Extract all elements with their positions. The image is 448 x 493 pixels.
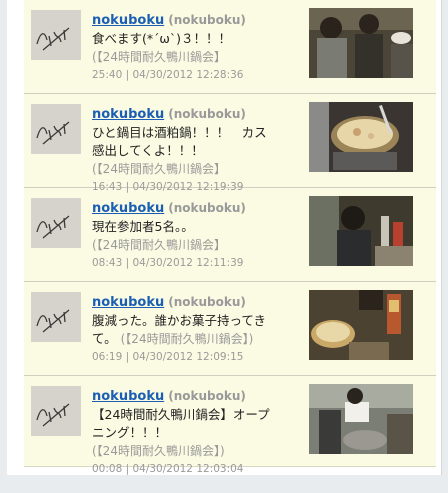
tweet-feed: nokuboku (nokuboku) 食べます(*´ω`)３！！！ (【24時間…: [24, 0, 436, 475]
tweet-meta: 08:43 | 04/30/2012 12:11:39: [92, 257, 244, 269]
tweet-tag[interactable]: (【24時間耐久鴨川鍋会】): [92, 442, 302, 460]
username-link[interactable]: nokuboku: [92, 107, 164, 122]
tweet-body: nokuboku (nokuboku) 現在参加者5名。。 (【24時間耐久鴨川鍋…: [92, 199, 302, 271]
tweet-item: nokuboku (nokuboku) 食べます(*´ω`)３！！！ (【24時間…: [24, 0, 436, 94]
photo-opening[interactable]: [309, 384, 413, 454]
tweet-tag[interactable]: (【24時間耐久鴨川鍋会】: [92, 48, 302, 66]
tweet-text-line: 食べます(*´ω`)３！！！: [92, 31, 231, 46]
tweet-meta: 00:08 | 04/30/2012 12:03:04: [92, 463, 244, 475]
photo-participant[interactable]: [309, 196, 413, 266]
tweet-item: nokuboku (nokuboku) 腹減った。誰かお菓子持ってき て。 (【2…: [24, 282, 436, 376]
username-link[interactable]: nokuboku: [92, 295, 164, 310]
avatar[interactable]: [31, 10, 81, 60]
tweet-text-line: て。: [92, 331, 117, 346]
tweet-body: nokuboku (nokuboku) 食べます(*´ω`)３！！！ (【24時間…: [92, 11, 302, 83]
user-handle: (nokuboku): [168, 295, 246, 309]
tweet-body: nokuboku (nokuboku) 【24時間耐久鴨川鍋会】オープ ニング！！…: [92, 387, 302, 477]
photo-hotpot[interactable]: [309, 102, 413, 172]
user-handle: (nokuboku): [168, 201, 246, 215]
tweet-meta: 25:40 | 04/30/2012 12:28:36: [92, 69, 244, 81]
tweet-text-line: 【24時間耐久鴨川鍋会】オープ: [92, 407, 270, 422]
tweet-item: nokuboku (nokuboku) ひと鍋目は酒粕鍋！！！ カス 感出してくよ…: [24, 94, 436, 193]
tweet-body: nokuboku (nokuboku) 腹減った。誰かお菓子持ってき て。 (【2…: [92, 293, 302, 365]
avatar[interactable]: [31, 292, 81, 342]
avatar[interactable]: [31, 198, 81, 248]
username-link[interactable]: nokuboku: [92, 201, 164, 216]
photo-snacks[interactable]: [309, 290, 413, 360]
tweet-meta: 06:19 | 04/30/2012 12:09:15: [92, 351, 244, 363]
tweet-text-line: ひと鍋目は酒粕鍋！！！ カス: [92, 125, 267, 140]
avatar[interactable]: [31, 104, 81, 154]
photo-people-eating[interactable]: [309, 8, 413, 78]
tweet-item: nokuboku (nokuboku) 【24時間耐久鴨川鍋会】オープ ニング！！…: [24, 376, 436, 475]
avatar[interactable]: [31, 386, 81, 436]
user-handle: (nokuboku): [168, 107, 246, 121]
user-handle: (nokuboku): [168, 389, 246, 403]
tweet-tag[interactable]: (【24時間耐久鴨川鍋会】: [92, 160, 302, 178]
tweet-item: nokuboku (nokuboku) 現在参加者5名。。 (【24時間耐久鴨川鍋…: [24, 188, 436, 282]
user-handle: (nokuboku): [168, 13, 246, 27]
username-link[interactable]: nokuboku: [92, 389, 164, 404]
tweet-text-line: 腹減った。誰かお菓子持ってき: [92, 313, 267, 328]
tweet-text-line: 現在参加者5名。。: [92, 219, 194, 234]
tweet-tag[interactable]: (【24時間耐久鴨川鍋会】): [121, 332, 254, 346]
tweet-body: nokuboku (nokuboku) ひと鍋目は酒粕鍋！！！ カス 感出してくよ…: [92, 105, 302, 195]
tweet-text-line: ニング！！！: [92, 425, 168, 440]
timeline-panel: nokuboku (nokuboku) 食べます(*´ω`)３！！！ (【24時間…: [7, 0, 442, 475]
tweet-text-line: 感出してくよ！！！: [92, 143, 204, 158]
tweet-tag[interactable]: (【24時間耐久鴨川鍋会】: [92, 236, 302, 254]
username-link[interactable]: nokuboku: [92, 13, 164, 28]
